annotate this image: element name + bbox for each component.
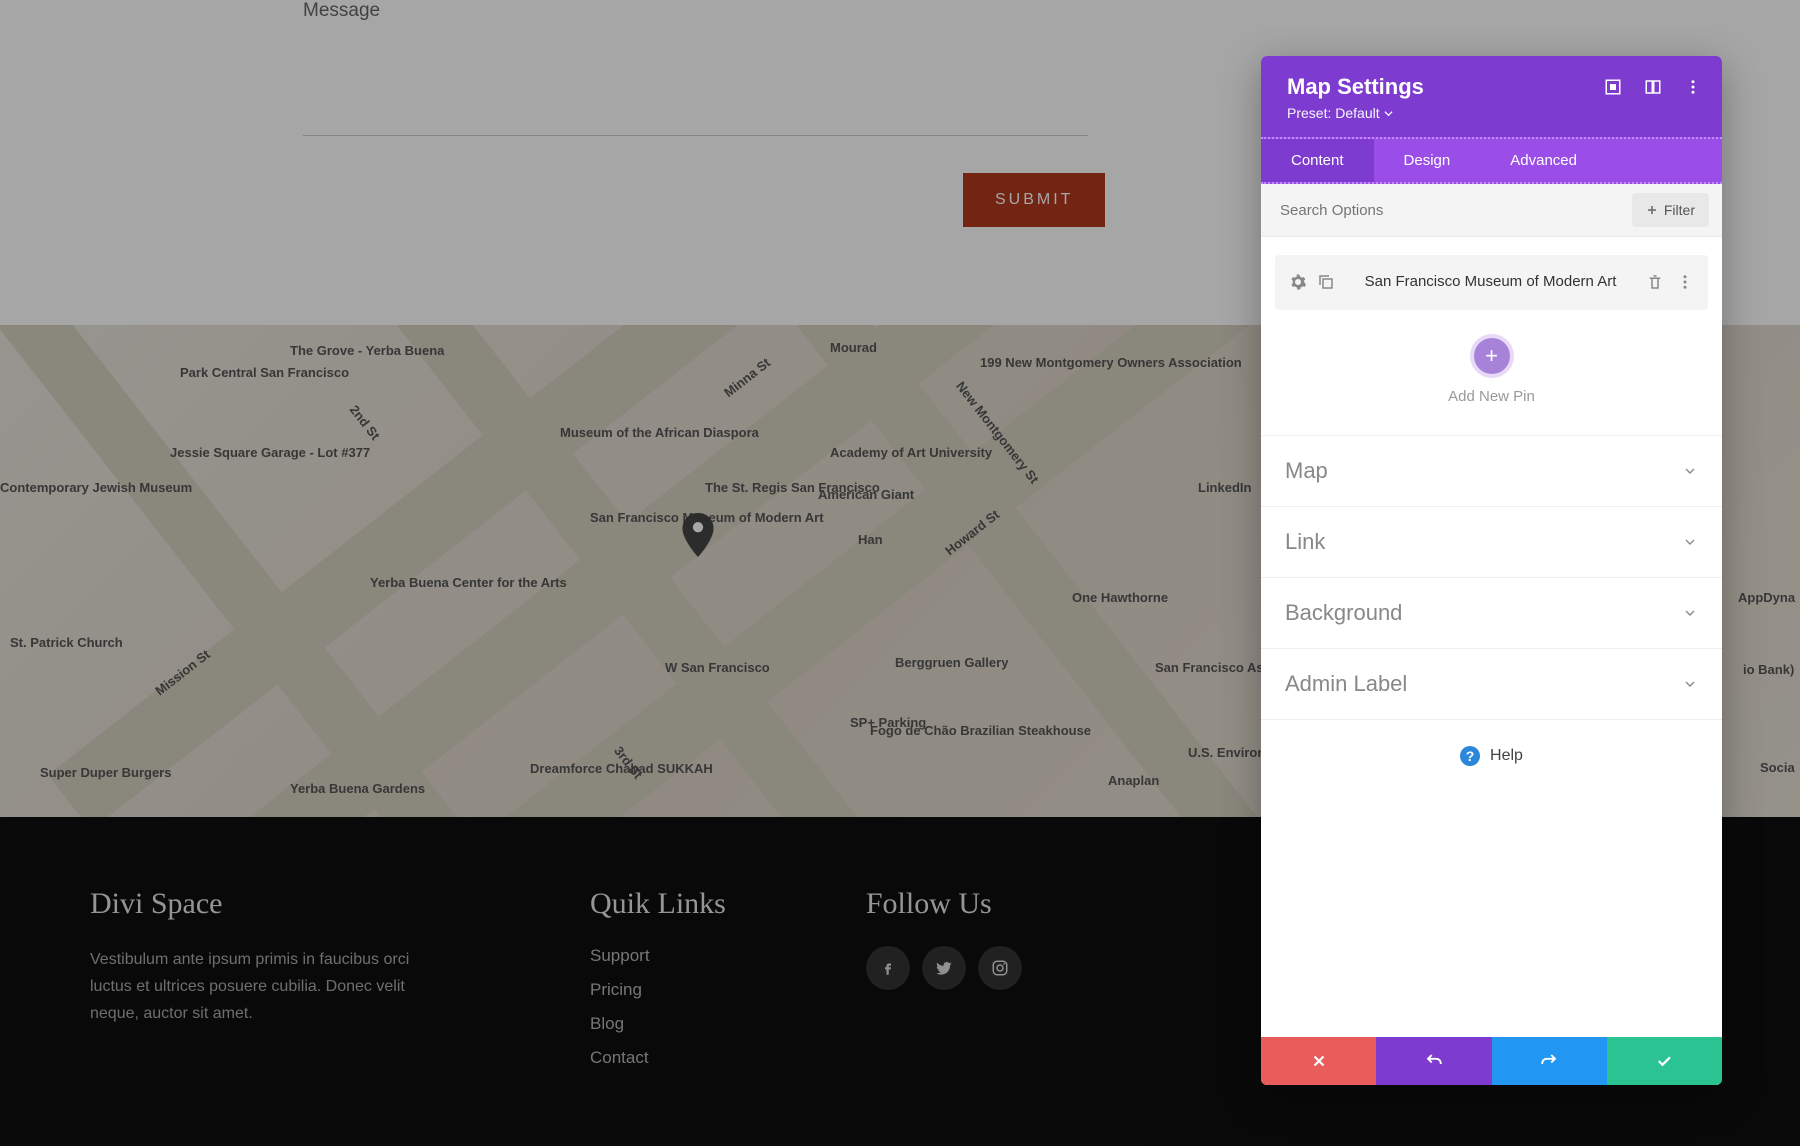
twitter-icon[interactable] [922, 946, 966, 990]
save-button[interactable] [1607, 1037, 1722, 1085]
chevron-down-icon [1682, 605, 1698, 621]
footer-link-support[interactable]: Support [590, 946, 726, 966]
duplicate-icon[interactable] [1317, 273, 1335, 291]
map-label: Berggruen Gallery [895, 655, 1008, 670]
pin-title: San Francisco Museum of Modern Art [1347, 271, 1634, 294]
snap-icon[interactable] [1644, 78, 1662, 96]
tab-design[interactable]: Design [1374, 139, 1481, 182]
panel-header: Map Settings Preset: Default [1261, 56, 1722, 137]
map-label: Park Central San Francisco [180, 365, 349, 380]
preset-dropdown[interactable]: Preset: Default [1287, 105, 1393, 121]
pin-item: San Francisco Museum of Modern Art [1275, 255, 1708, 310]
map-label: Contemporary Jewish Museum [0, 480, 192, 495]
instagram-icon[interactable] [978, 946, 1022, 990]
map-marker-icon[interactable] [682, 513, 714, 562]
footer-column-links: Quik Links Support Pricing Blog Contact [590, 887, 726, 1076]
facebook-icon[interactable] [866, 946, 910, 990]
map-label: LinkedIn [1198, 480, 1251, 495]
cancel-button[interactable] [1261, 1037, 1376, 1085]
accordion: Map Link Background Admin Label [1261, 435, 1722, 720]
footer-title: Divi Space [90, 887, 450, 921]
map-settings-panel: Map Settings Preset: Default Content Des… [1261, 56, 1722, 1085]
help-icon: ? [1460, 746, 1480, 766]
chevron-down-icon [1682, 676, 1698, 692]
chevron-down-icon [1682, 463, 1698, 479]
map-label: Academy of Art University [830, 445, 992, 460]
redo-button[interactable] [1492, 1037, 1607, 1085]
help-link[interactable]: ? Help [1275, 720, 1708, 792]
footer-title: Quik Links [590, 887, 726, 921]
trash-icon[interactable] [1646, 273, 1664, 291]
accordion-link[interactable]: Link [1261, 507, 1722, 578]
map-label: W San Francisco [665, 660, 770, 675]
accordion-background[interactable]: Background [1261, 578, 1722, 649]
add-pin-button[interactable]: + [1474, 338, 1510, 374]
map-label: American Giant [818, 487, 914, 502]
map-label: Yerba Buena Center for the Arts [370, 575, 567, 590]
map-label: Mourad [830, 340, 877, 355]
map-label: AppDyna [1738, 590, 1795, 605]
expand-icon[interactable] [1604, 78, 1622, 96]
submit-button[interactable]: SUBMIT [963, 173, 1105, 227]
map-label: One Hawthorne [1072, 590, 1168, 605]
message-underline [303, 135, 1088, 136]
map-label: Museum of the African Diaspora [560, 425, 759, 440]
map-label: Han [858, 532, 883, 547]
map-label: 199 New Montgomery Owners Association [980, 355, 1242, 370]
search-bar: Filter [1261, 184, 1722, 237]
map-label: The Grove - Yerba Buena [290, 343, 444, 358]
search-input[interactable] [1274, 194, 1632, 227]
map-label: SP+ Parking [850, 715, 926, 730]
map-label: Yerba Buena Gardens [290, 781, 425, 796]
more-icon[interactable] [1676, 273, 1694, 291]
footer-link-pricing[interactable]: Pricing [590, 980, 726, 1000]
tab-advanced[interactable]: Advanced [1480, 139, 1607, 182]
map-label: io Bank) [1743, 662, 1794, 677]
map-label: Minna St [721, 355, 773, 400]
footer-title: Follow Us [866, 887, 1022, 921]
message-field-label: Message [303, 0, 380, 22]
footer-link-contact[interactable]: Contact [590, 1048, 726, 1068]
accordion-map[interactable]: Map [1261, 436, 1722, 507]
map-label: Anaplan [1108, 773, 1159, 788]
map-label: St. Patrick Church [10, 635, 123, 650]
tabs-bar: Content Design Advanced [1261, 137, 1722, 184]
gear-icon[interactable] [1289, 273, 1307, 291]
more-icon[interactable] [1684, 78, 1702, 96]
map-label: Socia [1760, 760, 1795, 775]
add-pin-area: + Add New Pin [1275, 332, 1708, 435]
map-label: Super Duper Burgers [40, 765, 171, 780]
chevron-down-icon [1682, 534, 1698, 550]
tab-content[interactable]: Content [1261, 139, 1374, 182]
panel-footer [1261, 1037, 1722, 1085]
filter-button[interactable]: Filter [1632, 193, 1709, 227]
footer-text: Vestibulum ante ipsum primis in faucibus… [90, 946, 450, 1028]
map-label: Dreamforce Chabad SUKKAH [530, 761, 713, 776]
panel-body: San Francisco Museum of Modern Art + Add… [1261, 237, 1722, 1037]
footer-link-blog[interactable]: Blog [590, 1014, 726, 1034]
undo-button[interactable] [1376, 1037, 1491, 1085]
accordion-admin-label[interactable]: Admin Label [1261, 649, 1722, 720]
map-label: Jessie Square Garage - Lot #377 [170, 445, 370, 460]
footer-column-about: Divi Space Vestibulum ante ipsum primis … [90, 887, 450, 1076]
footer-column-social: Follow Us [866, 887, 1022, 1076]
add-pin-label: Add New Pin [1275, 388, 1708, 405]
map-label: 2nd St [347, 402, 383, 443]
